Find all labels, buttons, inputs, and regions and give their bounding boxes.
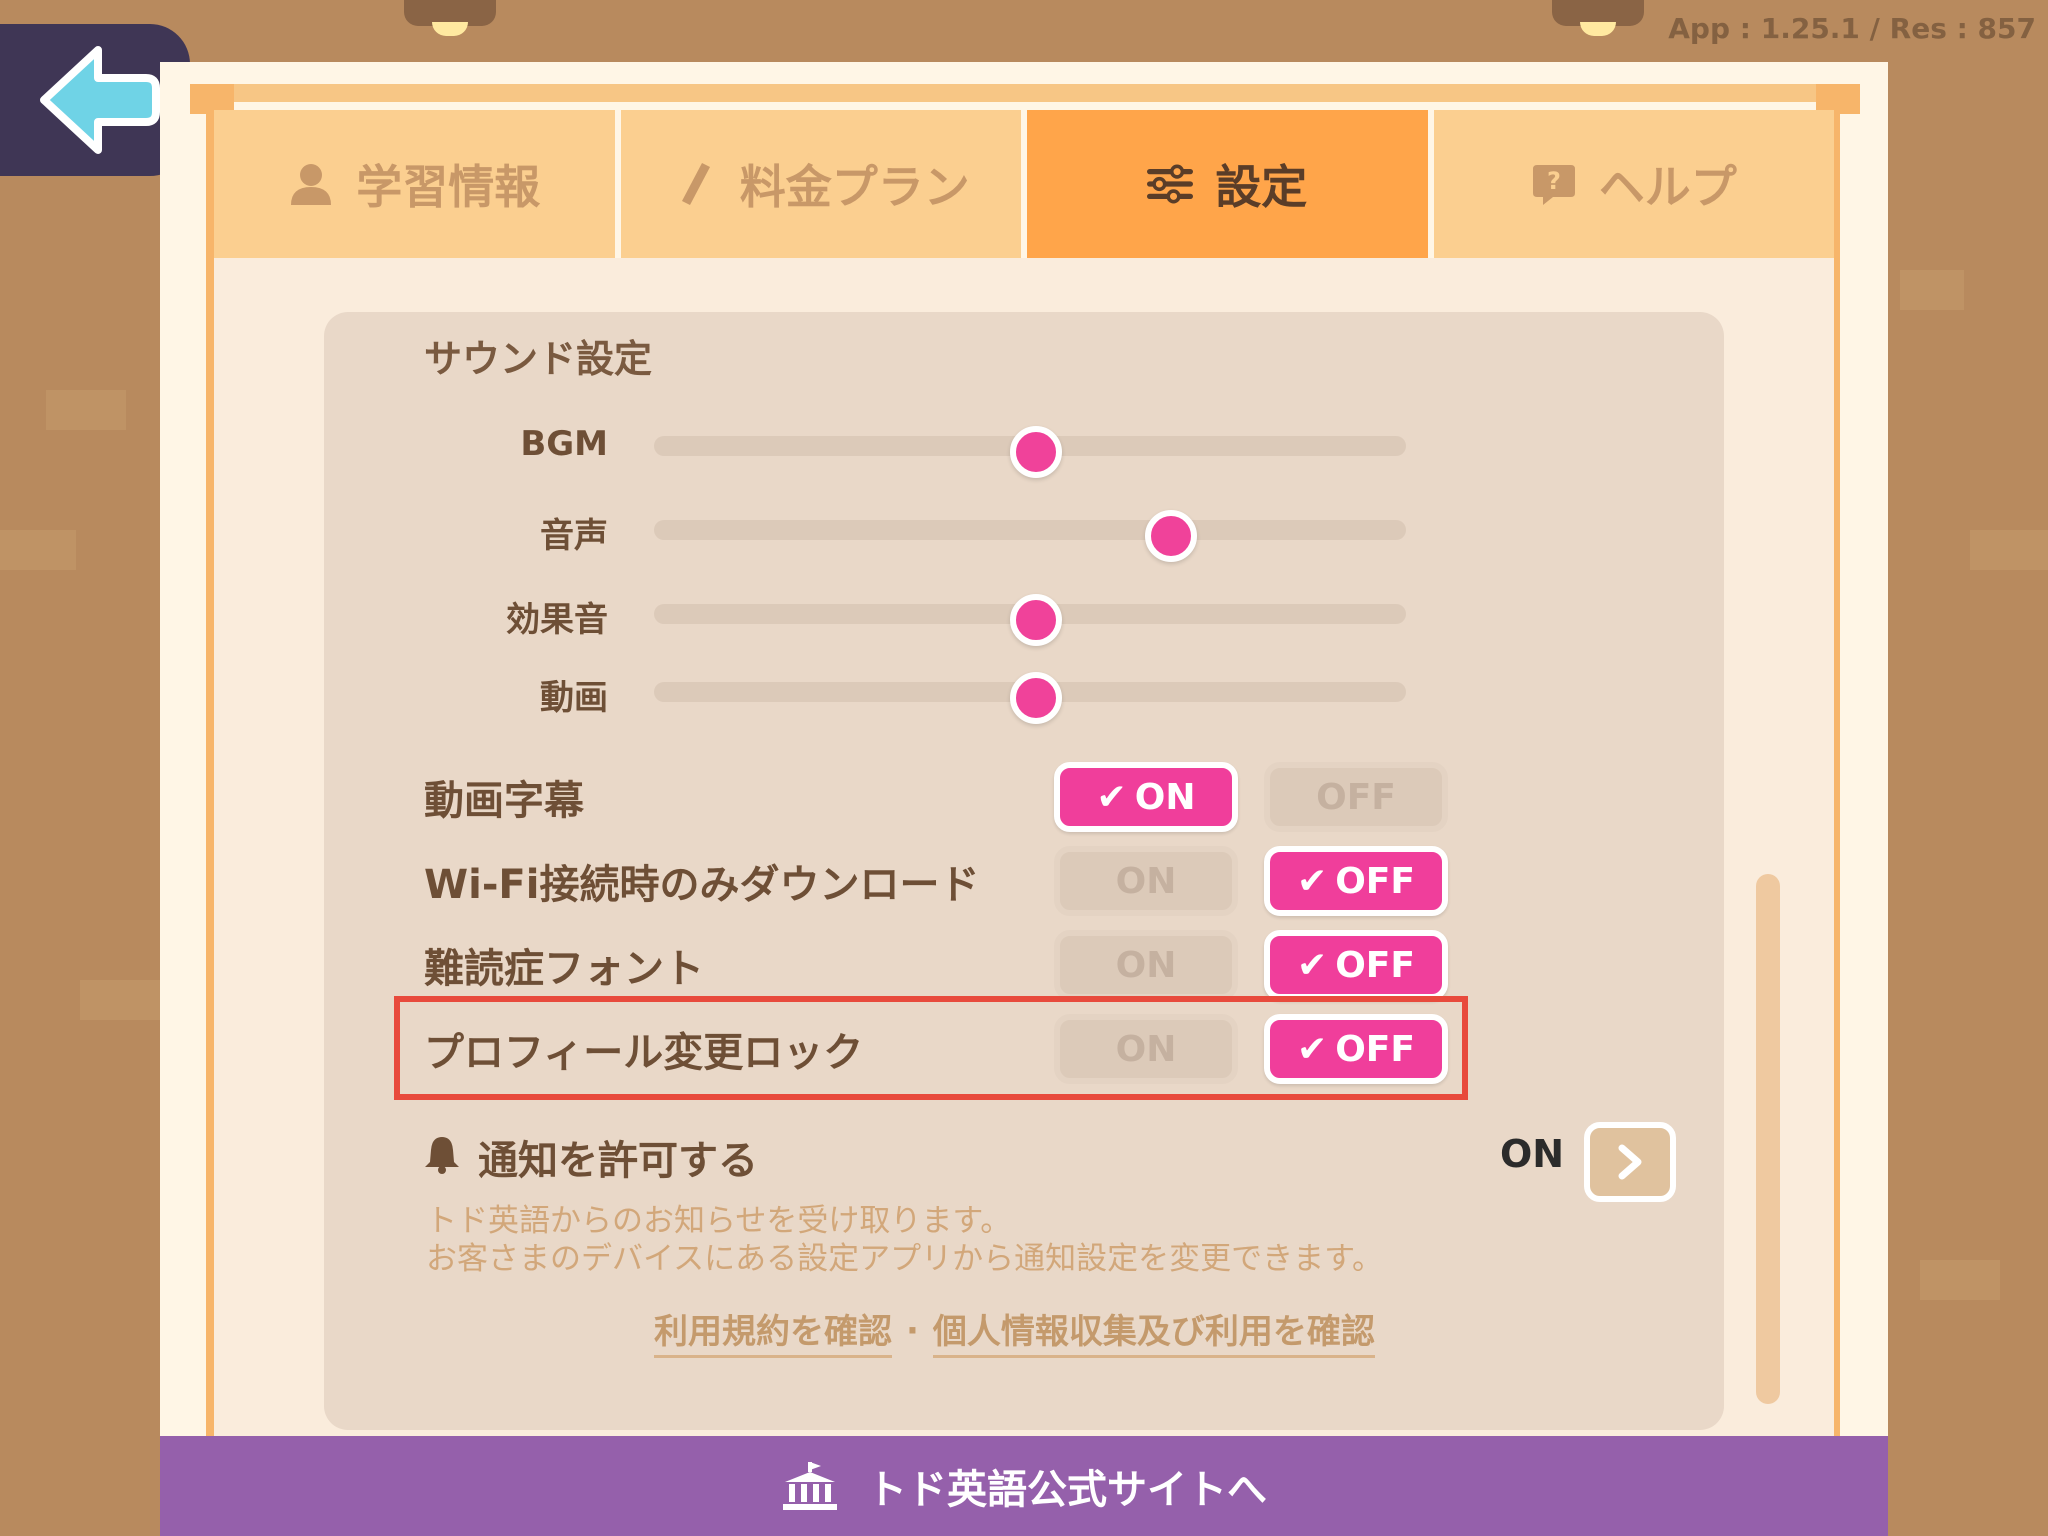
version-text: App : 1.25.1 / Res : 857 xyxy=(1668,12,2036,45)
toggle-label-dyslexia-font: 難読症フォント xyxy=(424,946,704,992)
on-label: ON xyxy=(1134,776,1196,818)
board-frame-post xyxy=(206,104,214,1444)
board-frame-top xyxy=(190,84,1858,102)
bell-icon xyxy=(425,1137,459,1174)
person-icon xyxy=(291,164,332,205)
slider-knob[interactable] xyxy=(1010,672,1062,724)
slider-voice[interactable] xyxy=(654,510,1406,562)
toggle-label-wifi-download: Wi-Fi接続時のみダウンロード xyxy=(424,862,980,908)
slider-label-sfx: 効果音 xyxy=(506,600,608,640)
svg-text:?: ? xyxy=(1547,167,1561,195)
off-label: OFF xyxy=(1335,860,1415,902)
slider-video[interactable] xyxy=(654,672,1406,724)
notification-status: ON xyxy=(1500,1132,1565,1176)
tab-label: 料金プラン xyxy=(739,160,970,214)
building-flag-icon xyxy=(783,1462,837,1510)
notification-label: 通知を許可する xyxy=(478,1138,758,1184)
sliders-icon xyxy=(1147,164,1194,204)
subtitles-off-button[interactable]: ✔ OFF xyxy=(1264,762,1448,832)
legal-links: 利用規約を確認 · 個人情報収集及び利用を確認 xyxy=(654,1304,1375,1358)
slider-sfx[interactable] xyxy=(654,594,1406,646)
tab-settings[interactable]: 設定 xyxy=(1027,110,1428,258)
slider-label-video: 動画 xyxy=(540,678,608,718)
slider-knob[interactable] xyxy=(1010,426,1062,478)
off-label: OFF xyxy=(1316,776,1396,818)
toggle-label-subtitles: 動画字幕 xyxy=(424,778,584,824)
tab-learning-info[interactable]: 学習情報 xyxy=(214,110,615,258)
bg-brick xyxy=(46,390,126,430)
slider-knob[interactable] xyxy=(1010,594,1062,646)
official-site-button[interactable]: トド英語公式サイトへ xyxy=(160,1436,1888,1536)
slider-label-bgm: BGM xyxy=(520,424,608,464)
wifi-download-on-button[interactable]: ✔ ON xyxy=(1054,846,1238,916)
notification-desc-line2: お客さまのデバイスにある設定アプリから通知設定を変更できます。 xyxy=(426,1241,1383,1277)
slider-knob[interactable] xyxy=(1145,510,1198,562)
chevron-right-icon xyxy=(1618,1144,1642,1180)
bg-brick xyxy=(0,530,76,570)
check-icon: ✔ xyxy=(1297,860,1328,902)
slider-label-voice: 音声 xyxy=(540,516,608,556)
privacy-link[interactable]: 個人情報収集及び利用を確認 xyxy=(932,1304,1375,1358)
dyslexia-font-on-button[interactable]: ✔ ON xyxy=(1054,930,1238,1000)
official-site-label: トド英語公式サイトへ xyxy=(867,1467,1267,1513)
off-label: OFF xyxy=(1335,944,1415,986)
wifi-download-off-button[interactable]: ✔ OFF xyxy=(1264,846,1448,916)
check-icon: ✔ xyxy=(1096,776,1127,818)
tab-label: 学習情報 xyxy=(356,160,541,214)
profile-lock-highlight-box xyxy=(394,996,1468,1100)
terms-link[interactable]: 利用規約を確認 xyxy=(654,1304,892,1358)
dyslexia-font-off-button[interactable]: ✔ OFF xyxy=(1264,930,1448,1000)
ceiling-lamp xyxy=(404,0,496,36)
pen-icon xyxy=(681,163,710,205)
help-icon: ? xyxy=(1532,165,1575,205)
sound-settings-title: サウンド設定 xyxy=(424,337,653,381)
scrollbar[interactable] xyxy=(1756,874,1780,1404)
check-icon: ✔ xyxy=(1297,944,1328,986)
notification-desc-line1: トド英語からのお知らせを受け取ります。 xyxy=(426,1203,1012,1239)
ceiling-lamp xyxy=(1552,0,1644,36)
bg-brick xyxy=(1970,530,2048,570)
tab-pricing-plan[interactable]: 料金プラン xyxy=(620,110,1021,258)
tab-bar: 学習情報 料金プラン 設定 ? ヘルプ xyxy=(214,110,1834,258)
tab-help[interactable]: ? ヘルプ xyxy=(1433,110,1834,258)
bg-brick xyxy=(1900,270,1964,310)
subtitles-on-button[interactable]: ✔ ON xyxy=(1054,762,1238,832)
link-separator: · xyxy=(906,1311,919,1351)
bg-brick xyxy=(1920,1260,2000,1300)
notification-description: トド英語からのお知らせを受け取ります。 お客さまのデバイスにある設定アプリから通… xyxy=(426,1202,1383,1278)
on-label: ON xyxy=(1115,860,1177,902)
bg-brick xyxy=(80,980,160,1020)
back-arrow-icon xyxy=(40,46,160,154)
on-label: ON xyxy=(1115,944,1177,986)
tab-label: ヘルプ xyxy=(1598,160,1737,214)
tab-label: 設定 xyxy=(1215,160,1308,214)
slider-bgm[interactable] xyxy=(654,426,1406,478)
notification-settings-button[interactable] xyxy=(1584,1122,1676,1202)
